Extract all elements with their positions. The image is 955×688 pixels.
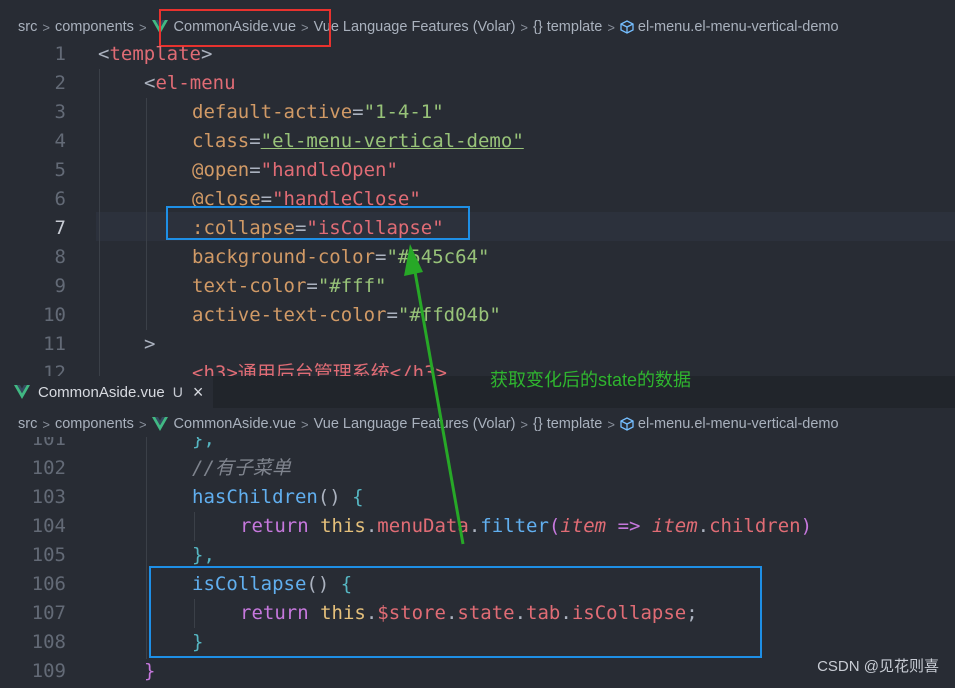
code-line: 6 @close="handleClose" xyxy=(54,188,421,210)
top-editor[interactable]: 1 <template> 2 <el-menu 3 default-active… xyxy=(0,40,955,376)
chevron-right-icon: > xyxy=(520,19,529,35)
breadcrumb-item-file[interactable]: CommonAside.vue xyxy=(151,416,296,432)
breadcrumb-item-element[interactable]: el-menu.el-menu-vertical-demo xyxy=(620,416,839,432)
breadcrumb-item-language[interactable]: Vue Language Features (Volar) xyxy=(314,416,516,432)
breadcrumb-item-src[interactable]: src xyxy=(18,19,37,35)
editor-tab-bar: CommonAside.vue U × xyxy=(0,376,955,408)
close-icon[interactable]: × xyxy=(193,382,204,403)
breadcrumb-item-template[interactable]: {} template xyxy=(533,416,602,432)
code-line: 102 //有子菜单 xyxy=(31,457,291,479)
object-icon xyxy=(620,20,634,34)
chevron-right-icon: > xyxy=(301,19,309,35)
code-line: 10 active-text-color="#ffd04b" xyxy=(43,304,501,326)
code-line: 106 isCollapse() { xyxy=(31,573,353,595)
chevron-right-icon: > xyxy=(138,19,147,35)
tab-common-aside[interactable]: CommonAside.vue U × xyxy=(0,376,214,408)
chevron-right-icon: > xyxy=(607,416,615,432)
breadcrumb-item-src[interactable]: src xyxy=(18,416,37,432)
tab-title: CommonAside.vue xyxy=(38,383,165,401)
code-line: 109 } xyxy=(31,660,156,682)
code-line-partial: 12 <h3>通用后台管理系统</h3> xyxy=(43,362,447,376)
code-line: 103 hasChildren() { xyxy=(31,486,364,508)
breadcrumb-item-file[interactable]: CommonAside.vue xyxy=(151,19,296,35)
chevron-right-icon: > xyxy=(42,19,50,35)
object-icon xyxy=(620,417,634,431)
code-line: 11 > xyxy=(43,333,156,355)
vue-icon xyxy=(151,20,168,34)
code-line-partial: 101 }, xyxy=(31,437,215,450)
annotation-text: 获取变化后的state的数据 xyxy=(490,370,692,390)
breadcrumb-item-template[interactable]: {} template xyxy=(533,19,602,35)
breadcrumb-bottom: src > components > CommonAside.vue > Vue… xyxy=(0,411,955,437)
code-line: 1 <template> xyxy=(54,43,213,65)
bottom-editor[interactable]: 101 }, 102 //有子菜单 103 hasChildren() { 10… xyxy=(0,437,955,688)
chevron-right-icon: > xyxy=(520,416,529,432)
code-line: 107 return this.$store.state.tab.isColla… xyxy=(31,602,698,624)
vue-icon xyxy=(14,385,30,399)
code-line: 9 text-color="#fff" xyxy=(54,275,387,297)
code-line: 3 default-active="1-4-1" xyxy=(54,101,444,123)
code-line: 104 return this.menuData.filter(item => … xyxy=(31,515,813,537)
chevron-right-icon: > xyxy=(138,416,147,432)
watermark: CSDN @见花则喜 xyxy=(817,658,939,675)
vue-icon xyxy=(151,417,168,431)
code-line: 2 <el-menu xyxy=(54,72,236,94)
code-line-active: 7 :collapse="isCollapse" xyxy=(54,217,444,239)
code-line: 108 } xyxy=(31,631,204,653)
breadcrumb-item-language[interactable]: Vue Language Features (Volar) xyxy=(314,19,516,35)
code-line: 8 background-color="#545c64" xyxy=(54,246,490,268)
braces-icon: {} xyxy=(533,19,543,35)
chevron-right-icon: > xyxy=(301,416,309,432)
braces-icon: {} xyxy=(533,416,543,432)
code-line: 4 class="el-menu-vertical-demo" xyxy=(54,130,524,152)
code-line: 5 @open="handleOpen" xyxy=(54,159,398,181)
breadcrumb-item-components[interactable]: components xyxy=(55,416,134,432)
breadcrumb-item-components[interactable]: components xyxy=(55,19,134,35)
chevron-right-icon: > xyxy=(42,416,50,432)
chevron-right-icon: > xyxy=(607,19,615,35)
code-line: 105 }, xyxy=(31,544,215,566)
breadcrumb-item-element[interactable]: el-menu.el-menu-vertical-demo xyxy=(620,19,839,35)
breadcrumb-top: src > components > CommonAside.vue > Vue… xyxy=(0,14,955,40)
modified-indicator: U xyxy=(172,384,183,400)
